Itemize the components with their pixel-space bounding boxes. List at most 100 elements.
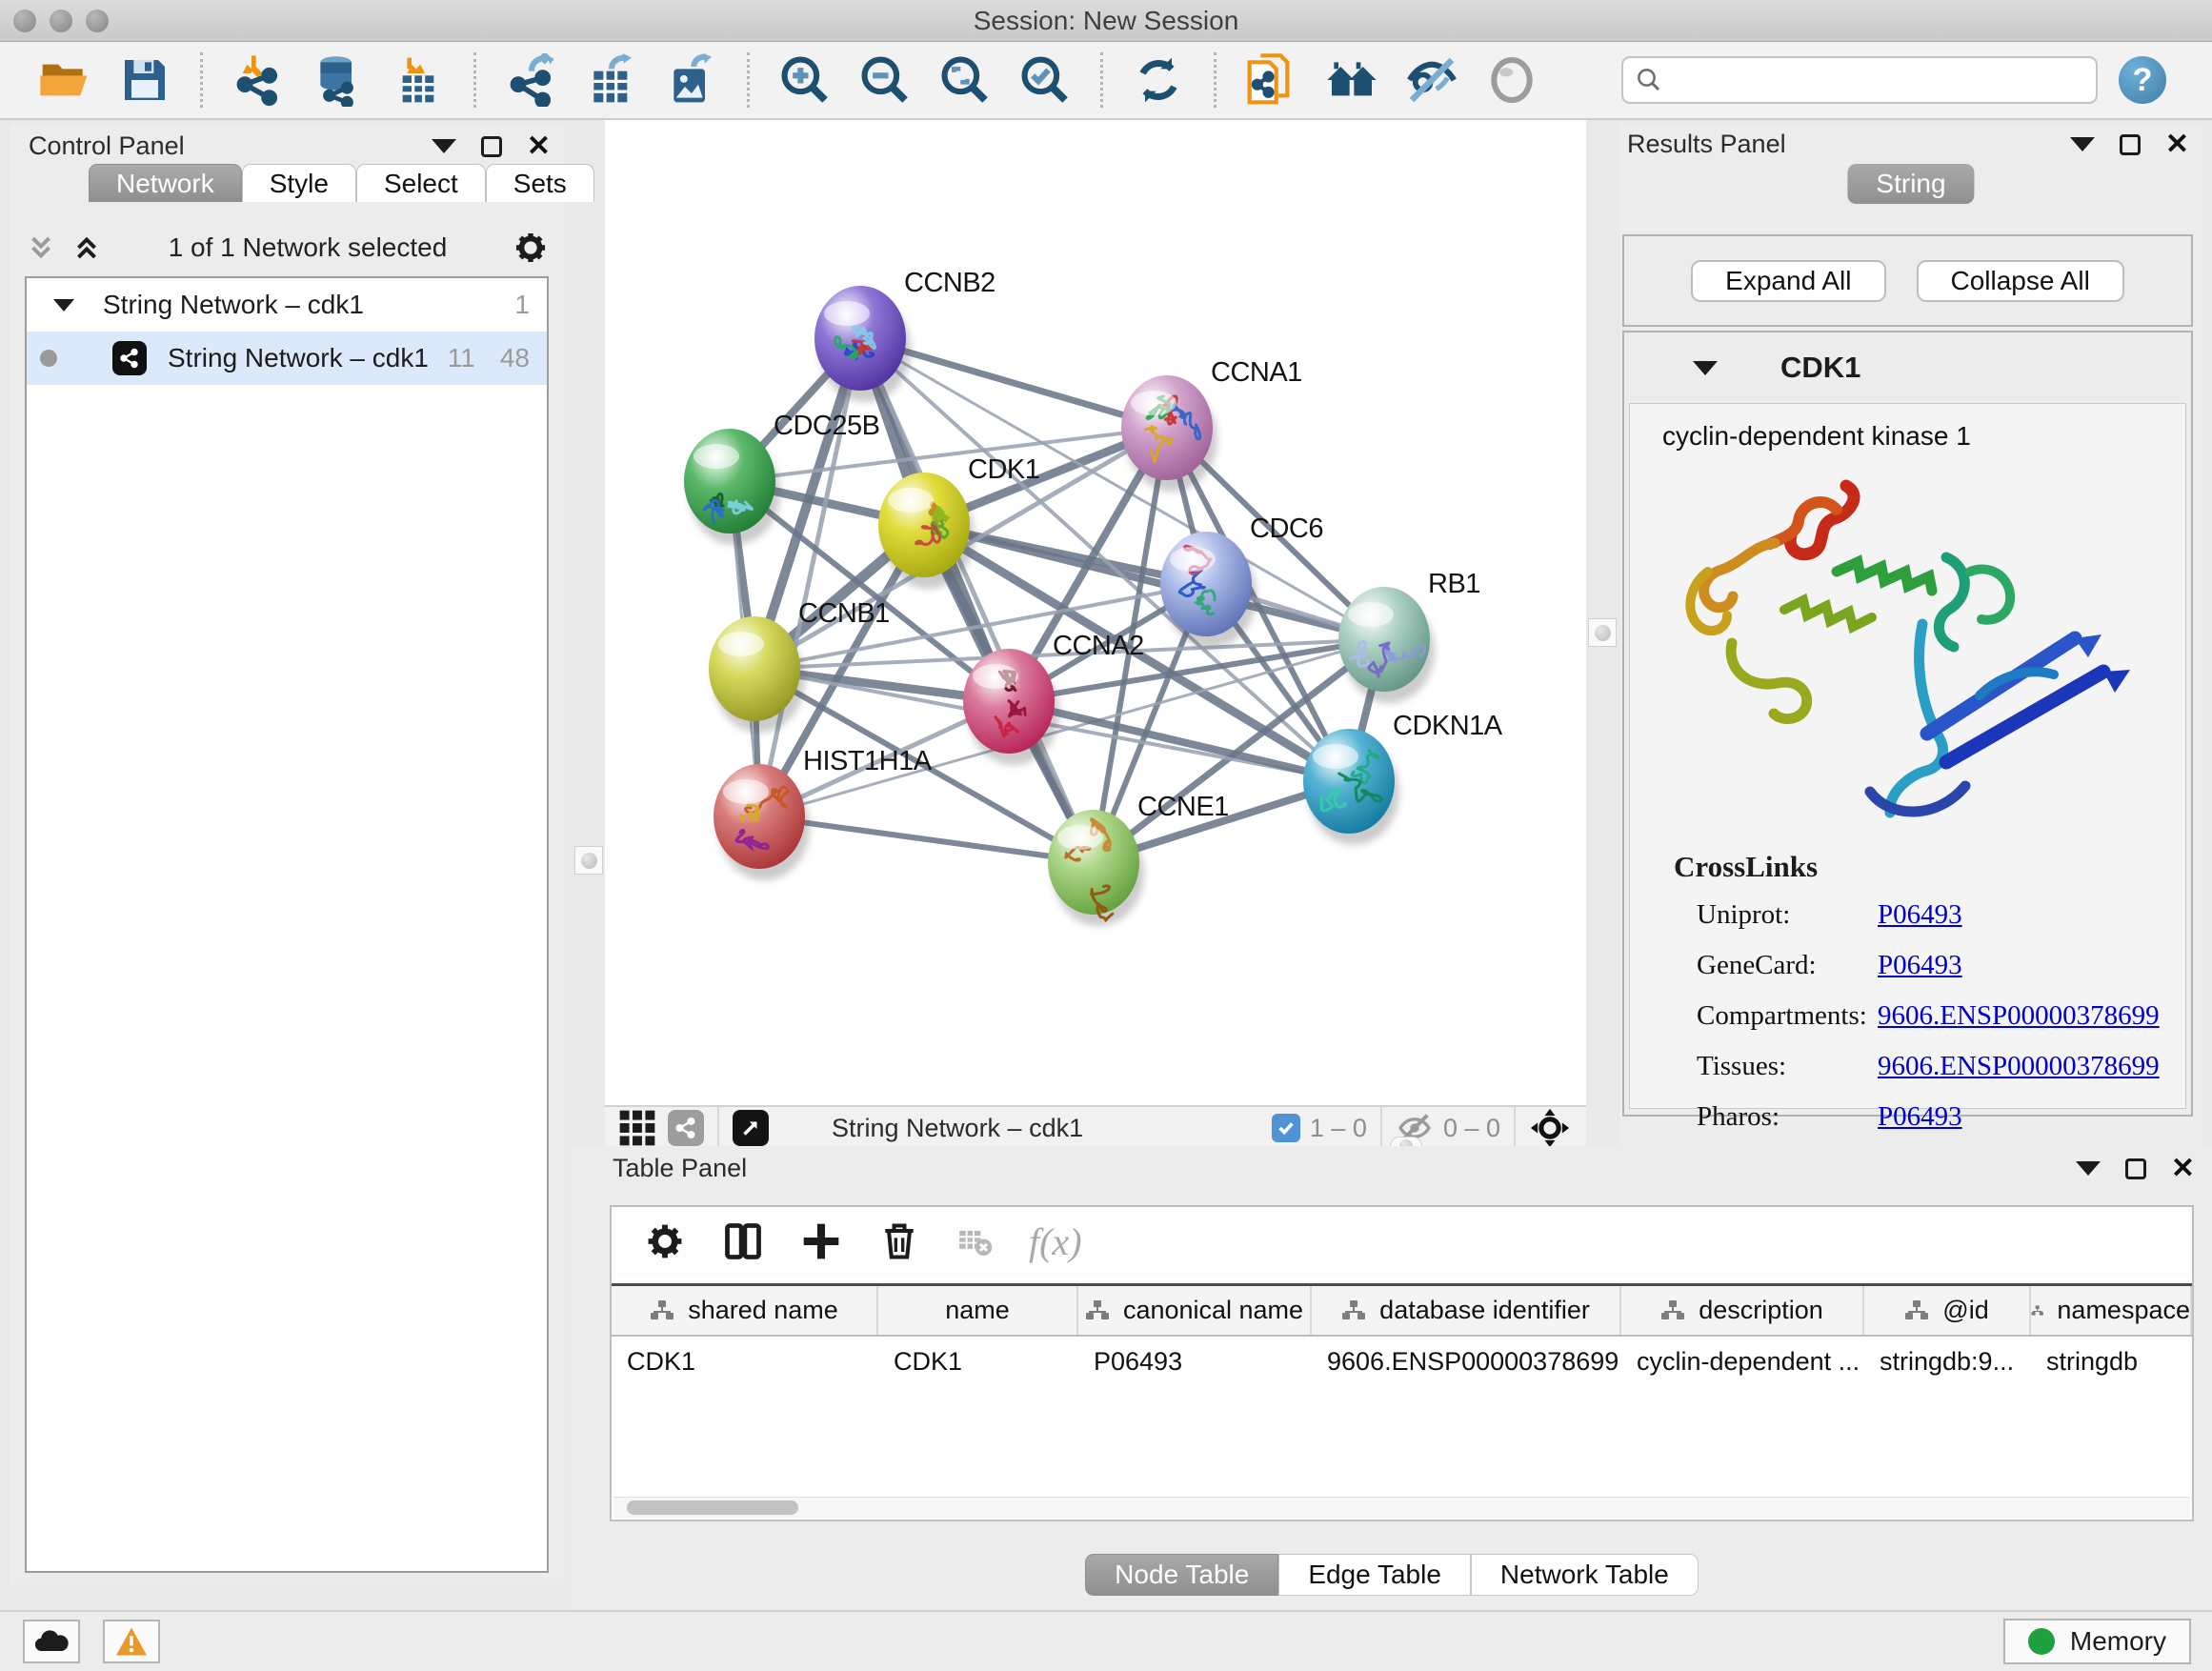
hscrollbar-thumb[interactable] — [627, 1500, 798, 1515]
panel-close-icon[interactable]: ✕ — [2165, 134, 2189, 155]
section-expander-icon[interactable] — [1693, 361, 1718, 375]
open-session-icon[interactable] — [36, 51, 93, 109]
panel-close-icon[interactable]: ✕ — [527, 136, 551, 157]
export-image-icon[interactable] — [663, 51, 720, 109]
export-network-icon[interactable] — [503, 51, 560, 109]
column-header-name[interactable]: name — [878, 1286, 1078, 1335]
table-cell[interactable]: stringdb:9... — [1864, 1337, 2031, 1386]
tab-network[interactable]: Network — [89, 164, 242, 202]
fit-selected-crosshair-icon[interactable] — [1529, 1107, 1571, 1149]
table-cell[interactable]: 9606.ENSP00000378699 — [1312, 1337, 1621, 1386]
panel-menu-icon[interactable] — [432, 139, 456, 153]
zoom-selected-icon[interactable] — [1016, 51, 1074, 109]
tab-sets[interactable]: Sets — [486, 164, 594, 202]
zoom-in-icon[interactable] — [776, 51, 834, 109]
panel-menu-icon[interactable] — [2076, 1161, 2101, 1176]
column-header-shared-name[interactable]: shared name — [612, 1286, 878, 1335]
network-row[interactable]: String Network – cdk1 11 48 — [27, 332, 547, 385]
column-header-namespace[interactable]: namespace — [2031, 1286, 2192, 1335]
cloud-status-button[interactable] — [23, 1620, 80, 1663]
table-cell[interactable]: cyclin-dependent ... — [1621, 1337, 1864, 1386]
column-header--id[interactable]: @id — [1864, 1286, 2031, 1335]
create-column-icon[interactable] — [800, 1220, 842, 1262]
table-cell[interactable]: CDK1 — [878, 1337, 1078, 1386]
node-label: CDKN1A — [1393, 711, 1503, 741]
network-view-share-icon[interactable] — [668, 1110, 704, 1146]
node-label: CCNA1 — [1211, 357, 1302, 388]
network-node-CCNA2[interactable] — [963, 649, 1055, 754]
network-node-CDKN1A[interactable] — [1303, 729, 1395, 834]
zoom-out-icon[interactable] — [856, 51, 914, 109]
tab-node-table[interactable]: Node Table — [1085, 1554, 1278, 1596]
tab-select[interactable]: Select — [356, 164, 486, 202]
crosslink-link[interactable]: 9606.ENSP00000378699 — [1878, 1000, 2160, 1032]
network-edge — [860, 338, 1094, 862]
panel-menu-icon[interactable] — [2070, 137, 2095, 151]
search-input[interactable] — [1663, 66, 2063, 95]
results-panel-title: Results Panel — [1627, 130, 1786, 159]
table-cell[interactable]: P06493 — [1078, 1337, 1312, 1386]
tab-style[interactable]: Style — [242, 164, 356, 202]
zoom-fit-icon[interactable] — [936, 51, 994, 109]
tree-column-icon — [1904, 1299, 1929, 1322]
save-session-icon[interactable] — [116, 51, 173, 109]
tab-network-table[interactable]: Network Table — [1471, 1554, 1699, 1596]
string-home-icon[interactable] — [1323, 51, 1380, 109]
right-splitter-handle[interactable] — [1588, 618, 1617, 647]
tab-edge-table[interactable]: Edge Table — [1278, 1554, 1471, 1596]
network-collection-row[interactable]: String Network – cdk1 1 — [27, 278, 547, 332]
panel-float-icon[interactable] — [2125, 1158, 2146, 1179]
memory-button[interactable]: Memory — [2003, 1619, 2191, 1664]
network-graph[interactable]: CCNB2CCNA1CDC25BCDK1CDC6RB1CCNB1CCNA2CDK… — [605, 120, 1586, 1105]
network-options-gear-icon[interactable] — [513, 230, 549, 266]
crosslink-link[interactable]: P06493 — [1878, 1101, 1962, 1133]
protein-section-header[interactable]: CDK1 — [1624, 332, 2191, 403]
hide-selected-icon[interactable] — [1403, 51, 1460, 109]
column-header-database-identifier[interactable]: database identifier — [1312, 1286, 1621, 1335]
results-tab-string[interactable]: String — [1847, 164, 1974, 204]
network-node-CDK1[interactable] — [878, 473, 970, 577]
panel-float-icon[interactable] — [481, 136, 502, 157]
selected-checkbox-icon[interactable] — [1272, 1114, 1300, 1142]
delete-column-icon[interactable] — [878, 1220, 920, 1262]
network-node-RB1[interactable] — [1338, 587, 1430, 692]
warnings-button[interactable] — [103, 1620, 160, 1663]
import-network-file-icon[interactable] — [230, 51, 287, 109]
table-cell[interactable]: CDK1 — [612, 1337, 878, 1386]
export-table-icon[interactable] — [583, 51, 640, 109]
selected-counter: 1 – 0 — [1310, 1114, 1367, 1143]
network-node-CCNB1[interactable] — [709, 616, 800, 721]
panel-close-icon[interactable]: ✕ — [2171, 1158, 2195, 1179]
network-node-CDC25B[interactable] — [684, 429, 775, 534]
crosslink-link[interactable]: 9606.ENSP00000378699 — [1878, 1051, 2160, 1082]
network-node-HIST1H1A[interactable] — [714, 764, 805, 869]
collapse-all-icon[interactable] — [25, 232, 57, 264]
graphics-details-icon[interactable] — [1483, 51, 1540, 109]
table-options-gear-icon[interactable] — [644, 1220, 686, 1262]
expand-all-icon[interactable] — [70, 232, 103, 264]
collection-expander-icon[interactable] — [53, 299, 74, 312]
panel-float-icon[interactable] — [2120, 134, 2141, 155]
import-string-network-icon[interactable] — [1243, 51, 1300, 109]
network-node-CCNB2[interactable] — [814, 286, 906, 391]
expand-all-button[interactable]: Expand All — [1691, 260, 1885, 302]
table-cell[interactable]: stringdb — [2031, 1337, 2192, 1386]
left-splitter-handle[interactable] — [574, 846, 603, 875]
separator — [717, 1107, 719, 1149]
search-box[interactable] — [1621, 56, 2098, 104]
import-table-icon[interactable] — [390, 51, 447, 109]
birdseye-view-icon[interactable] — [733, 1110, 769, 1146]
table-row[interactable]: CDK1CDK1P064939606.ENSP00000378699cyclin… — [612, 1337, 2192, 1386]
network-node-CCNA1[interactable] — [1121, 375, 1213, 480]
show-columns-icon[interactable] — [722, 1220, 764, 1262]
help-icon[interactable]: ? — [2119, 56, 2166, 104]
crosslink-link[interactable]: P06493 — [1878, 899, 1962, 931]
refresh-layout-icon[interactable] — [1130, 51, 1187, 109]
column-header-canonical-name[interactable]: canonical name — [1078, 1286, 1312, 1335]
collapse-all-button[interactable]: Collapse All — [1917, 260, 2124, 302]
network-canvas[interactable]: CCNB2CCNA1CDC25BCDK1CDC6RB1CCNB1CCNA2CDK… — [605, 120, 1586, 1105]
network-node-CDC6[interactable] — [1160, 532, 1252, 636]
crosslink-link[interactable]: P06493 — [1878, 950, 1962, 981]
column-header-description[interactable]: description — [1621, 1286, 1864, 1335]
import-network-database-icon[interactable] — [310, 51, 367, 109]
